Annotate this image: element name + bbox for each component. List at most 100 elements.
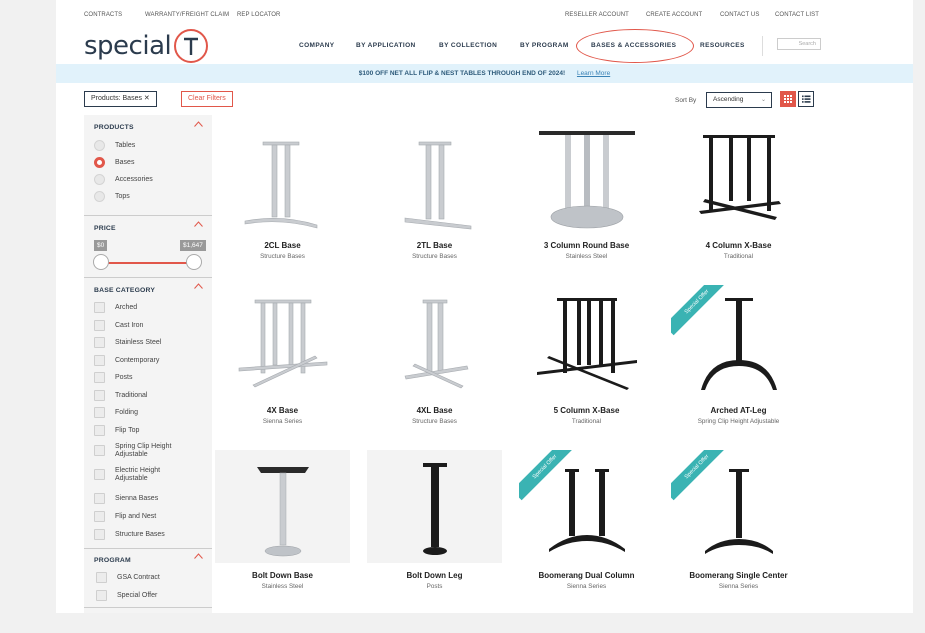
radio-tables[interactable]: Tables [94,140,135,151]
checkbox-cast-iron[interactable]: Cast Iron [94,320,143,331]
checkbox-contemporary[interactable]: Contemporary [94,355,159,366]
checkbox[interactable] [94,390,105,401]
product-name[interactable]: 3 Column Round Base [519,241,654,250]
checkbox-structure-bases[interactable]: Structure Bases [94,529,165,540]
product-card[interactable]: 4XL Base Structure Bases [367,285,502,425]
checkbox-electric-height[interactable]: Electric Height Adjustable [94,467,194,487]
checkbox[interactable] [94,337,105,348]
product-card[interactable]: 2TL Base Structure Bases [367,120,502,260]
checkbox-flip-top[interactable]: Flip Top [94,425,139,436]
product-card[interactable]: 5 Column X-Base Traditional [519,285,654,425]
product-image[interactable] [215,120,350,233]
price-slider-max-handle[interactable] [186,254,202,270]
product-name[interactable]: 4X Base [215,406,350,415]
checkbox[interactable] [94,320,105,331]
radio-button[interactable] [94,174,105,185]
checkbox[interactable] [94,511,105,522]
util-link-rep-locator[interactable]: REP LOCATOR [237,12,280,18]
product-name[interactable]: 4 Column X-Base [671,241,806,250]
radio-button[interactable] [94,140,105,151]
nav-resources[interactable]: RESOURCES [700,42,745,49]
product-image[interactable] [367,285,502,398]
filter-price-header[interactable]: PRICE [94,225,116,232]
util-link-reseller-account[interactable]: RESELLER ACCOUNT [565,12,629,18]
product-image[interactable]: Special Offer [671,285,806,398]
product-name[interactable]: Boomerang Dual Column [519,571,654,580]
chevron-up-icon[interactable] [194,553,203,562]
product-card[interactable]: Bolt Down Base Stainless Steel [215,450,350,590]
filter-products-header[interactable]: PRODUCTS [94,124,134,131]
nav-company[interactable]: COMPANY [299,42,335,49]
product-image[interactable] [215,285,350,398]
checkbox-arched[interactable]: Arched [94,302,137,313]
chevron-up-icon[interactable] [194,283,203,292]
filter-base-category-header[interactable]: BASE CATEGORY [94,287,155,294]
nav-by-program[interactable]: BY PROGRAM [520,42,569,49]
product-image[interactable]: Special Offer [671,450,806,563]
checkbox-sienna-bases[interactable]: Sienna Bases [94,493,158,504]
product-name[interactable]: 5 Column X-Base [519,406,654,415]
price-slider-min-handle[interactable] [93,254,109,270]
checkbox[interactable] [94,529,105,540]
checkbox[interactable] [94,469,105,480]
checkbox[interactable] [94,302,105,313]
product-name[interactable]: Arched AT-Leg [671,406,806,415]
checkbox[interactable] [94,493,105,504]
product-card[interactable]: 4 Column X-Base Traditional [671,120,806,260]
sort-select[interactable]: Ascending ⌄ [706,92,772,108]
search-input[interactable]: Search [777,38,821,50]
checkbox-traditional[interactable]: Traditional [94,390,147,401]
product-card[interactable]: 3 Column Round Base Stainless Steel [519,120,654,260]
chevron-up-icon[interactable] [194,121,203,130]
checkbox[interactable] [94,445,105,456]
product-card[interactable]: 4X Base Sienna Series [215,285,350,425]
promo-learn-more-link[interactable]: Learn More [577,70,610,77]
checkbox[interactable] [94,355,105,366]
checkbox[interactable] [96,572,107,583]
checkbox[interactable] [94,372,105,383]
checkbox-stainless-steel[interactable]: Stainless Steel [94,337,161,348]
list-view-button[interactable] [798,91,814,107]
product-image[interactable]: Special Offer [519,450,654,563]
product-image[interactable] [519,285,654,398]
util-link-create-account[interactable]: CREATE ACCOUNT [646,12,702,18]
product-card[interactable]: 2CL Base Structure Bases [215,120,350,260]
product-name[interactable]: Boomerang Single Center [671,571,806,580]
product-image[interactable] [367,450,502,563]
grid-view-button[interactable] [780,91,796,107]
product-name[interactable]: 2TL Base [367,241,502,250]
radio-button[interactable] [94,191,105,202]
chevron-up-icon[interactable] [194,221,203,230]
product-card[interactable]: Special Offer Boomerang Single Center Si… [671,450,806,590]
price-slider-track[interactable] [100,262,196,264]
checkbox-spring-clip[interactable]: Spring Clip Height Adjustable [94,443,194,463]
radio-bases[interactable]: Bases [94,157,134,168]
checkbox-flip-and-nest[interactable]: Flip and Nest [94,511,156,522]
radio-tops[interactable]: Tops [94,191,130,202]
product-image[interactable] [671,120,806,233]
checkbox-folding[interactable]: Folding [94,407,138,418]
checkbox-posts[interactable]: Posts [94,372,133,383]
nav-by-collection[interactable]: BY COLLECTION [439,42,497,49]
filter-program-header[interactable]: PROGRAM [94,557,131,564]
active-filter-chip[interactable]: Products: Bases ✕ [84,91,157,107]
product-image[interactable] [367,120,502,233]
product-image[interactable] [519,120,654,233]
product-name[interactable]: 4XL Base [367,406,502,415]
util-link-contact-us[interactable]: CONTACT US [720,12,759,18]
product-name[interactable]: Bolt Down Leg [367,571,502,580]
checkbox-special-offer[interactable]: Special Offer [96,590,157,601]
checkbox[interactable] [96,590,107,601]
checkbox[interactable] [94,407,105,418]
product-name[interactable]: Bolt Down Base [215,571,350,580]
radio-button-selected[interactable] [94,157,105,168]
checkbox-gsa-contract[interactable]: GSA Contract [96,572,160,583]
product-card[interactable]: Special Offer Boomerang Dual Column Sien… [519,450,654,590]
util-link-contact-list[interactable]: CONTACT LIST [775,12,819,18]
product-card[interactable]: Bolt Down Leg Posts [367,450,502,590]
nav-by-application[interactable]: BY APPLICATION [356,42,416,49]
product-name[interactable]: 2CL Base [215,241,350,250]
checkbox[interactable] [94,425,105,436]
util-link-warranty[interactable]: WARRANTY/FREIGHT CLAIM [145,12,229,18]
clear-filters-button[interactable]: Clear Filters [181,91,233,107]
